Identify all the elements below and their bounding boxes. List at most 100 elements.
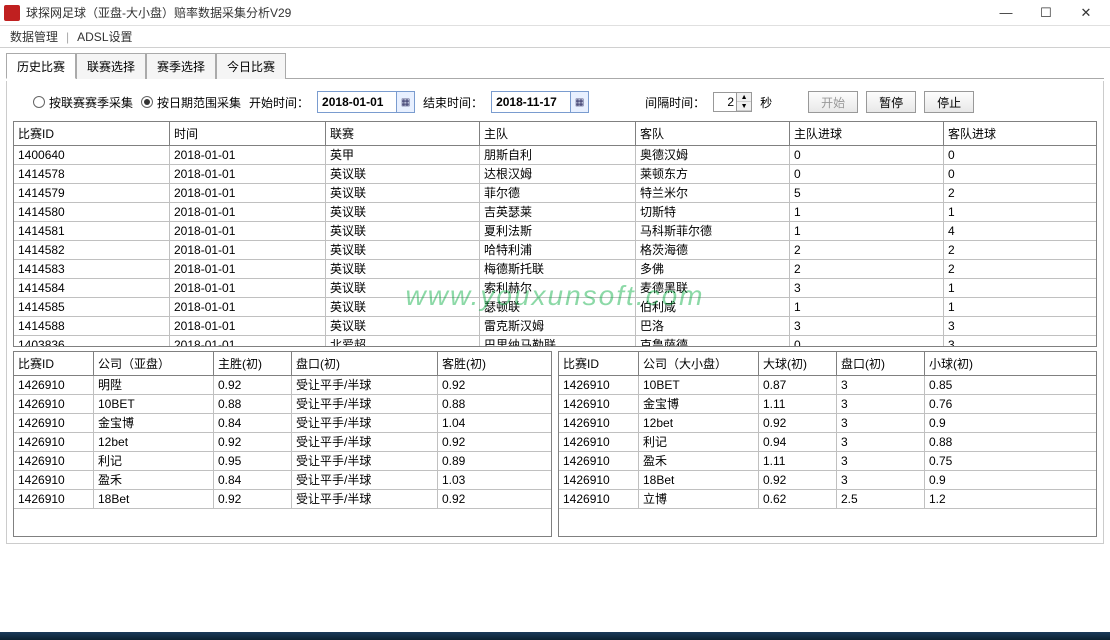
menubar: 数据管理 | ADSL设置 <box>0 26 1110 48</box>
col-time[interactable]: 时间 <box>170 122 326 145</box>
tab-league[interactable]: 联赛选择 <box>76 53 146 79</box>
table-row[interactable]: 14145802018-01-01英议联吉英瑟莱切斯特11 <box>14 203 1096 222</box>
col-home[interactable]: 主队 <box>480 122 636 145</box>
menu-data[interactable]: 数据管理 <box>4 28 64 45</box>
table-cell: 0.84 <box>214 414 292 432</box>
col-match-id[interactable]: 比赛ID <box>14 122 170 145</box>
table-cell: 1414585 <box>14 298 170 316</box>
col-handicap[interactable]: 盘口(初) <box>292 352 438 375</box>
table-cell: 0.95 <box>214 452 292 470</box>
table-cell: 1414584 <box>14 279 170 297</box>
table-cell: 1426910 <box>14 452 94 470</box>
col-match-id[interactable]: 比赛ID <box>14 352 94 375</box>
table-row[interactable]: 142691010BET0.8730.85 <box>559 376 1096 395</box>
table-cell: 麦德黑联 <box>636 279 790 297</box>
spin-down-icon[interactable]: ▼ <box>737 102 751 111</box>
calendar-icon[interactable]: ▦ <box>396 92 414 112</box>
table-cell: 达根汉姆 <box>480 165 636 183</box>
table-row[interactable]: 14038362018-01-01北爱超巴里纳马勒联克鲁萨德03 <box>14 336 1096 346</box>
col-company-ou[interactable]: 公司（大小盘） <box>639 352 759 375</box>
end-date-picker[interactable]: ▦ <box>491 91 589 113</box>
table-row[interactable]: 14145782018-01-01英议联达根汉姆莱顿东方00 <box>14 165 1096 184</box>
table-row[interactable]: 1426910利记0.9430.88 <box>559 433 1096 452</box>
table-cell: 0.94 <box>759 433 837 451</box>
table-cell: 1426910 <box>559 452 639 470</box>
matches-grid-body[interactable]: 14006402018-01-01英甲朋斯自利奥德汉姆0014145782018… <box>14 146 1096 346</box>
table-cell: 2018-01-01 <box>170 203 326 221</box>
close-button[interactable]: ✕ <box>1066 1 1106 25</box>
table-cell: 2018-01-01 <box>170 165 326 183</box>
col-company-ah[interactable]: 公司（亚盘） <box>94 352 214 375</box>
col-line[interactable]: 盘口(初) <box>837 352 925 375</box>
matches-grid: 比赛ID 时间 联赛 主队 客队 主队进球 客队进球 14006402018-0… <box>13 121 1097 347</box>
start-button[interactable]: 开始 <box>808 91 858 113</box>
col-away[interactable]: 客队 <box>636 122 790 145</box>
table-cell: 3 <box>944 336 1084 346</box>
table-row[interactable]: 1426910盈禾1.1130.75 <box>559 452 1096 471</box>
table-row[interactable]: 1426910金宝博0.84受让平手/半球1.04 <box>14 414 551 433</box>
table-cell: 0.92 <box>438 376 522 394</box>
table-row[interactable]: 1426910立博0.622.51.2 <box>559 490 1096 509</box>
table-row[interactable]: 142691018Bet0.9230.9 <box>559 471 1096 490</box>
start-date-picker[interactable]: ▦ <box>317 91 415 113</box>
table-cell: 0.75 <box>925 452 1009 470</box>
asian-odds-header: 比赛ID 公司（亚盘） 主胜(初) 盘口(初) 客胜(初) <box>14 352 551 376</box>
table-cell: 2 <box>944 184 1084 202</box>
interval-spinner[interactable]: ▲▼ <box>713 92 752 112</box>
table-cell: 2018-01-01 <box>170 317 326 335</box>
table-row[interactable]: 1426910盈禾0.84受让平手/半球1.03 <box>14 471 551 490</box>
table-cell: 2018-01-01 <box>170 222 326 240</box>
overunder-body[interactable]: 142691010BET0.8730.851426910金宝博1.1130.76… <box>559 376 1096 536</box>
minimize-button[interactable]: — <box>986 1 1026 25</box>
table-cell: 3 <box>837 452 925 470</box>
table-row[interactable]: 1426910明陞0.92受让平手/半球0.92 <box>14 376 551 395</box>
calendar-icon[interactable]: ▦ <box>570 92 588 112</box>
menu-adsl[interactable]: ADSL设置 <box>71 28 138 45</box>
table-cell: 2018-01-01 <box>170 336 326 346</box>
table-row[interactable]: 142691010BET0.88受让平手/半球0.88 <box>14 395 551 414</box>
tab-today[interactable]: 今日比赛 <box>216 53 286 79</box>
col-home-win[interactable]: 主胜(初) <box>214 352 292 375</box>
tab-history[interactable]: 历史比赛 <box>6 53 76 79</box>
col-match-id[interactable]: 比赛ID <box>559 352 639 375</box>
pause-button[interactable]: 暂停 <box>866 91 916 113</box>
interval-input[interactable] <box>714 95 736 109</box>
tab-season[interactable]: 赛季选择 <box>146 53 216 79</box>
end-date-input[interactable] <box>492 95 570 109</box>
col-under[interactable]: 小球(初) <box>925 352 1009 375</box>
table-row[interactable]: 14145812018-01-01英议联夏利法斯马科斯菲尔德14 <box>14 222 1096 241</box>
table-row[interactable]: 14145852018-01-01英议联瑟顿联伯利咸11 <box>14 298 1096 317</box>
table-row[interactable]: 142691012bet0.9230.9 <box>559 414 1096 433</box>
overunder-header: 比赛ID 公司（大小盘） 大球(初) 盘口(初) 小球(初) <box>559 352 1096 376</box>
table-row[interactable]: 14145882018-01-01英议联雷克斯汉姆巴洛33 <box>14 317 1096 336</box>
table-row[interactable]: 142691018Bet0.92受让平手/半球0.92 <box>14 490 551 509</box>
table-row[interactable]: 14145822018-01-01英议联哈特利浦格茨海德22 <box>14 241 1096 260</box>
stop-button[interactable]: 停止 <box>924 91 974 113</box>
col-over[interactable]: 大球(初) <box>759 352 837 375</box>
radio-by-date[interactable]: 按日期范围采集 <box>141 94 241 111</box>
col-home-goals[interactable]: 主队进球 <box>790 122 944 145</box>
table-cell: 朋斯自利 <box>480 146 636 164</box>
table-row[interactable]: 14006402018-01-01英甲朋斯自利奥德汉姆00 <box>14 146 1096 165</box>
col-league[interactable]: 联赛 <box>326 122 480 145</box>
table-row[interactable]: 142691012bet0.92受让平手/半球0.92 <box>14 433 551 452</box>
radio-by-league[interactable]: 按联赛赛季采集 <box>33 94 133 111</box>
table-row[interactable]: 1426910金宝博1.1130.76 <box>559 395 1096 414</box>
table-row[interactable]: 14145832018-01-01英议联梅德斯托联多佛22 <box>14 260 1096 279</box>
table-row[interactable]: 14145842018-01-01英议联索利赫尔麦德黑联31 <box>14 279 1096 298</box>
table-cell: 10BET <box>639 376 759 394</box>
spin-up-icon[interactable]: ▲ <box>737 93 751 102</box>
table-cell: 1.11 <box>759 395 837 413</box>
table-cell: 夏利法斯 <box>480 222 636 240</box>
maximize-button[interactable]: ☐ <box>1026 1 1066 25</box>
col-away-goals[interactable]: 客队进球 <box>944 122 1084 145</box>
table-cell: 受让平手/半球 <box>292 414 438 432</box>
table-row[interactable]: 14145792018-01-01英议联菲尔德特兰米尔52 <box>14 184 1096 203</box>
table-cell: 3 <box>790 279 944 297</box>
start-date-input[interactable] <box>318 95 396 109</box>
col-away-win[interactable]: 客胜(初) <box>438 352 522 375</box>
table-row[interactable]: 1426910利记0.95受让平手/半球0.89 <box>14 452 551 471</box>
asian-odds-body[interactable]: 1426910明陞0.92受让平手/半球0.92142691010BET0.88… <box>14 376 551 536</box>
table-cell: 0.9 <box>925 471 1009 489</box>
table-cell: 0.84 <box>214 471 292 489</box>
